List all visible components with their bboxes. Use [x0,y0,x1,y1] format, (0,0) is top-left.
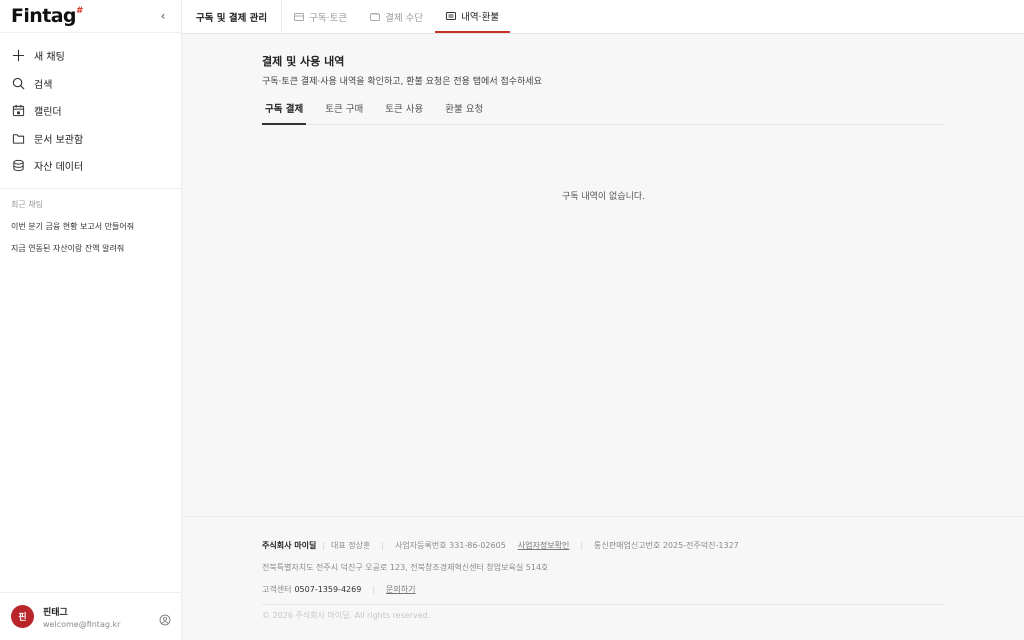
chevron-left-icon[interactable]: ‹ [156,9,170,23]
sidebar-item-documents[interactable]: 문서 보관함 [0,125,181,153]
sidebar-item-new-chat[interactable]: 새 채팅 [0,42,181,70]
subtab-token-purchase[interactable]: 토큰 구매 [322,101,366,125]
footer-cs-row: 고객센터 0507-1359-4269 | 문의하기 [262,584,945,595]
user-profile[interactable]: 핀 핀태그 welcome@fintag.kr [0,592,182,640]
user-info: 핀태그 welcome@fintag.kr [43,605,159,629]
sidebar-item-asset-data[interactable]: 자산 데이터 [0,152,181,180]
logo-row: Fintag # ‹ [0,0,181,33]
tab-history-refund[interactable]: 내역·환불 [435,0,511,33]
page-description: 구독·토큰 결제·사용 내역을 확인하고, 환불 요청은 전용 탭에서 접수하세… [262,77,542,87]
footer-cs-phone: 0507-1359-4269 [294,585,362,594]
recent-chat-item[interactable]: 이번 분기 금융 현황 보고서 만들어줘 [0,216,181,238]
sidebar-nav: 새 채팅 검색 캘린더 문서 보관함 자산 데이터 [0,33,181,180]
avatar: 핀 [11,605,34,628]
subtab-token-usage[interactable]: 토큰 사용 [382,101,426,125]
footer-divider [262,604,945,605]
tab-label: 내역·환불 [461,11,500,23]
footer-separator: | [322,541,326,550]
tab-label: 구독·토큰 [309,12,348,24]
footer-company-row: 주식회사 마이딜 | 대표 정상훈 | 사업자등록번호 331-86-02605… [262,540,945,551]
recent-chats-heading: 최근 채팅 [11,199,43,209]
history-panel: 결제 및 사용 내역 구독·토큰 결제·사용 내역을 확인하고, 환불 요청은 … [262,34,945,202]
folder-icon [12,132,25,145]
page-title: 결제 및 사용 내역 [262,55,345,68]
subtab-refund-request[interactable]: 환불 요청 [442,101,486,125]
footer-separator: | [381,541,385,550]
sidebar-item-label: 검색 [34,79,53,91]
tab-subscription-token[interactable]: 구독·토큰 [283,0,358,33]
top-bar: 구독 및 결제 관리 구독·토큰 결제 수단 내역·환불 [182,0,1024,34]
sidebar-item-search[interactable]: 검색 [0,70,181,98]
empty-state-message: 구독 내역이 없습니다. [561,192,646,202]
sidebar-item-label: 캘린더 [34,107,62,119]
database-icon [12,159,25,172]
footer-company: 주식회사 마이딜 [262,541,317,550]
tab-label: 결제 수단 [385,12,424,24]
subtab-subscription-payment[interactable]: 구독 결제 [262,101,307,125]
sidebar-item-label: 자산 데이터 [34,162,84,174]
receipt-icon [446,11,457,20]
search-icon [12,77,25,90]
sidebar-item-label: 새 채팅 [34,52,65,64]
logo-mark-icon: # [75,6,84,16]
footer-inner: 주식회사 마이딜 | 대표 정상훈 | 사업자등록번호 331-86-02605… [262,517,945,621]
footer-cs-label: 고객센터 [262,585,292,594]
plus-icon [12,49,25,62]
recent-chat-item[interactable]: 지금 연동된 자산이랑 잔액 알려줘 [0,238,181,260]
footer-address: 전북특별자치도 전주시 덕진구 오공로 123, 전북창조경제혁신센터 창업보육… [262,563,549,572]
contact-link[interactable]: 문의하기 [386,584,415,595]
card-icon [294,12,305,21]
sidebar: Fintag # ‹ 새 채팅 검색 캘린더 문서 보관함 자산 데이터 최근 … [0,0,182,640]
footer: 주식회사 마이딜 | 대표 정상훈 | 사업자등록번호 331-86-02605… [182,516,1024,640]
footer-ceo: 대표 정상훈 [331,541,371,550]
calendar-icon [12,104,25,117]
footer-address-row: 전북특별자치도 전주시 덕진구 오공로 123, 전북창조경제혁신센터 창업보육… [262,562,945,573]
footer-ecommerce-no: 통신판매업신고번호 2025-전주덕진-1327 [594,541,739,550]
user-name: 핀태그 [43,607,68,618]
user-settings-icon[interactable] [159,611,171,625]
tab-payment-method[interactable]: 결제 수단 [359,0,434,33]
logo-text: Fintag [11,5,77,27]
user-email: welcome@fintag.kr [43,619,121,629]
footer-biz-no: 사업자등록번호 331-86-02605 [395,541,506,550]
wallet-icon [370,12,381,21]
sidebar-item-calendar[interactable]: 캘린더 [0,97,181,125]
page-section-title: 구독 및 결제 관리 [182,0,283,33]
footer-separator: | [372,585,376,594]
fintag-logo[interactable]: Fintag # [11,5,84,27]
footer-copyright: © 2026 주식회사 마이딜. All rights reserved. [262,611,431,620]
biz-info-link[interactable]: 사업자정보확인 [518,540,570,551]
main-content: 결제 및 사용 내역 구독·토큰 결제·사용 내역을 확인하고, 환불 요청은 … [182,34,1024,640]
sidebar-item-label: 문서 보관함 [34,134,84,146]
history-subtabs: 구독 결제 토큰 구매 토큰 사용 환불 요청 [262,101,945,125]
footer-separator: | [580,541,584,550]
